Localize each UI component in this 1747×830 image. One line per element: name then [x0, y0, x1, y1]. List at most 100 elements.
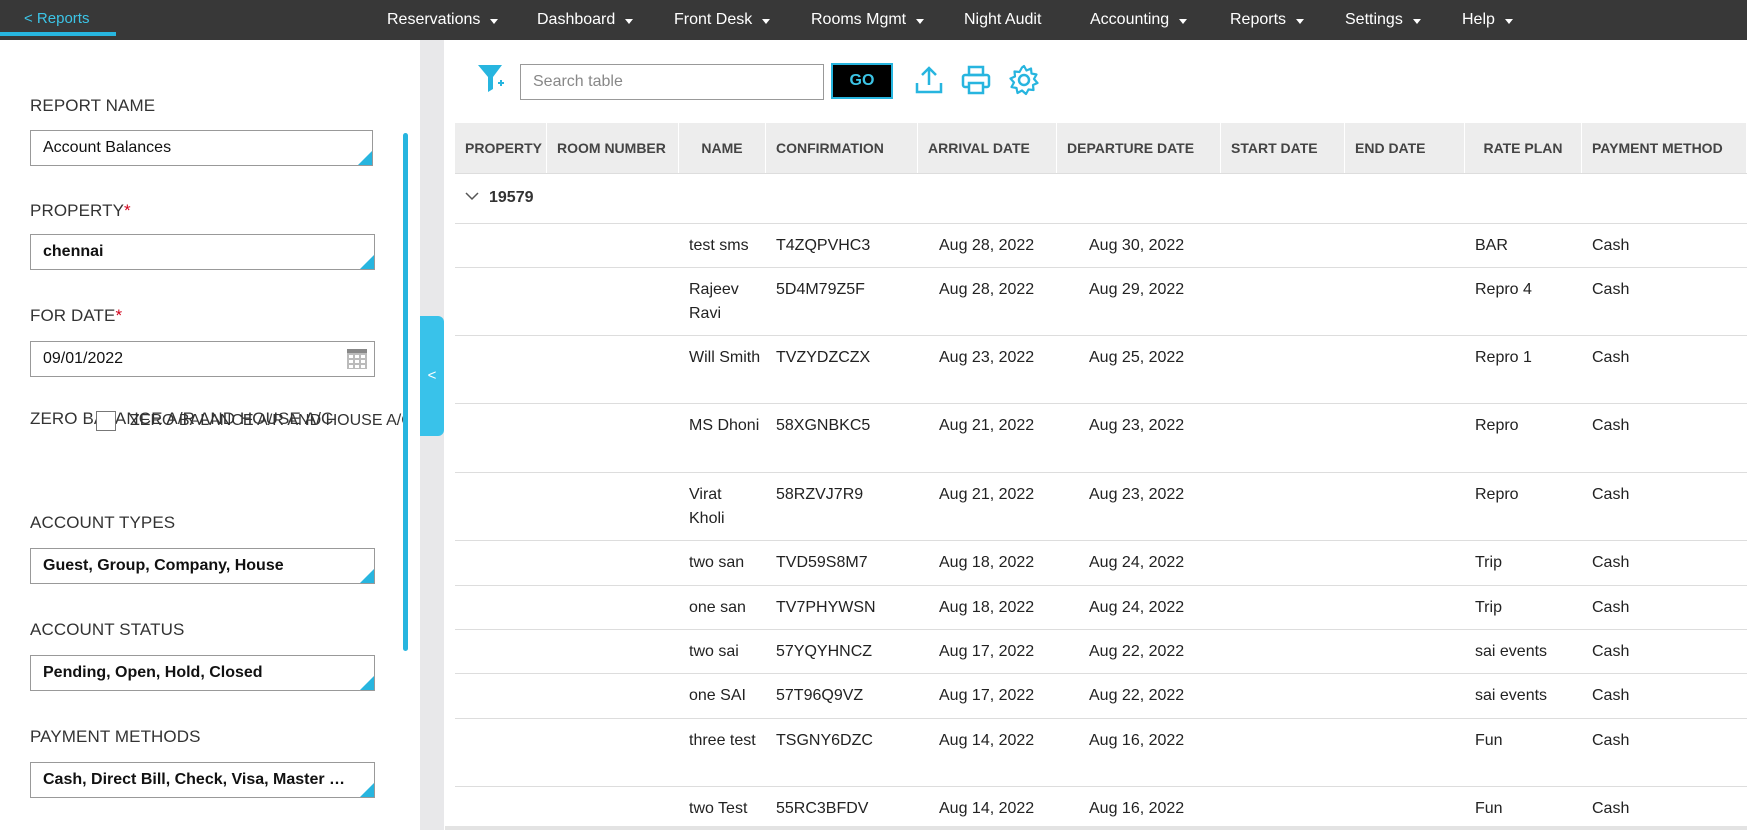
- column-header-start-date[interactable]: START DATE: [1221, 123, 1345, 173]
- table-row[interactable]: two san TVD59S8M7 Aug 18, 2022 Aug 24, 2022…: [455, 540, 1747, 586]
- cell-rate-plan: Repro: [1475, 486, 1519, 503]
- search-input[interactable]: [520, 64, 824, 100]
- cell-payment-method: Cash: [1592, 554, 1630, 571]
- panel-scrollbar[interactable]: [403, 133, 408, 651]
- table-row[interactable]: three test TSGNY6DZC Aug 14, 2022 Aug 16, 2…: [455, 718, 1747, 787]
- nav-item-night-audit[interactable]: Night Audit: [964, 0, 1041, 40]
- property-label: PROPERTY*: [30, 201, 131, 220]
- cell-rate-plan: sai events: [1475, 643, 1548, 660]
- account-status-select[interactable]: Pending, Open, Hold, Closed: [30, 655, 375, 691]
- cell-confirmation: TV7PHYWSN: [776, 599, 876, 616]
- cell-payment-method: Cash: [1592, 237, 1630, 254]
- nav-item-accounting[interactable]: Accounting: [1090, 0, 1188, 40]
- account-status-value: Pending, Open, Hold, Closed: [43, 664, 263, 681]
- chevron-down-icon[interactable]: [465, 191, 479, 201]
- zero-balance-checkbox[interactable]: [96, 411, 116, 431]
- payment-methods-label: PAYMENT METHODS: [30, 727, 201, 746]
- cell-rate-plan: Repro: [1475, 417, 1519, 434]
- cell-name: two san: [689, 554, 745, 571]
- table-row[interactable]: test sms T4ZQPVHC3 Aug 28, 2022 Aug 30, 202…: [455, 223, 1747, 268]
- caret-down-icon: [762, 19, 771, 25]
- cell-arrival-date: Aug 21, 2022: [939, 417, 1035, 434]
- cell-confirmation: 58XGNBKC5: [776, 417, 871, 434]
- table-row[interactable]: Virat Kholi 58RZVJ7R9 Aug 21, 2022 Aug 23, …: [455, 472, 1747, 541]
- payment-methods-select[interactable]: Cash, Direct Bill, Check, Visa, Master C…: [30, 762, 375, 798]
- column-header-rate-plan[interactable]: RATE PLAN: [1465, 123, 1582, 173]
- for-date-input[interactable]: 09/01/2022: [30, 341, 375, 377]
- for-date-value: 09/01/2022: [43, 350, 124, 367]
- column-header-name[interactable]: NAME: [679, 123, 766, 173]
- table-row[interactable]: MS Dhoni 58XGNBKC5 Aug 21, 2022 Aug 23, 202…: [455, 403, 1747, 473]
- caret-down-icon: [490, 19, 499, 25]
- table-row[interactable]: Will Smith TVZYDZCZX Aug 23, 2022 Aug 25, 2…: [455, 335, 1747, 404]
- report-filter-panel: REPORT NAME Account Balances PROPERTY* c…: [0, 40, 420, 830]
- cell-confirmation: TSGNY6DZC: [776, 732, 873, 749]
- nav-item-rooms-mgmt[interactable]: Rooms Mgmt: [811, 0, 925, 40]
- column-header-property[interactable]: PROPERTY: [455, 123, 547, 173]
- nav-item-label: Dashboard: [537, 11, 616, 28]
- cell-departure-date: Aug 29, 2022: [1089, 281, 1185, 298]
- cell-departure-date: Aug 24, 2022: [1089, 599, 1185, 616]
- table-row[interactable]: one SAI 57T96Q9VZ Aug 17, 2022 Aug 22, 2022…: [455, 673, 1747, 719]
- column-header-confirmation[interactable]: CONFIRMATION: [766, 123, 918, 173]
- group-row[interactable]: 19579: [455, 173, 1747, 224]
- nav-item-label: Reports: [1230, 11, 1287, 28]
- nav-item-label: Rooms Mgmt: [811, 11, 907, 28]
- cell-confirmation: 55RC3BFDV: [776, 800, 869, 817]
- zero-balance-checkbox-label[interactable]: ZERO BALANCE A/R AND HOUSE A/C: [130, 412, 404, 430]
- nav-item-help[interactable]: Help: [1462, 0, 1513, 40]
- cell-payment-method: Cash: [1592, 687, 1630, 704]
- settings-gear-icon[interactable]: [1008, 64, 1040, 96]
- cell-name: Will Smith: [689, 349, 761, 366]
- cell-payment-method: Cash: [1592, 349, 1630, 366]
- go-button[interactable]: GO: [831, 63, 893, 99]
- payment-methods-value: Cash, Direct Bill, Check, Visa, Master C…: [43, 771, 369, 788]
- filter-icon[interactable]: [476, 62, 506, 94]
- account-types-select[interactable]: Guest, Group, Company, House: [30, 548, 375, 584]
- table-row[interactable]: two sai 57YQYHNCZ Aug 17, 2022 Aug 22, 2022…: [455, 629, 1747, 674]
- cell-rate-plan: BAR: [1475, 237, 1508, 254]
- column-header-payment-method[interactable]: PAYMENT METHOD: [1582, 123, 1747, 173]
- table-row[interactable]: Rajeev Ravi 5D4M79Z5F Aug 28, 2022 Aug 29, …: [455, 267, 1747, 336]
- nav-item-label: Settings: [1345, 11, 1403, 28]
- cell-confirmation: 57YQYHNCZ: [776, 643, 873, 660]
- column-header-end-date[interactable]: END DATE: [1345, 123, 1465, 173]
- cell-arrival-date: Aug 14, 2022: [939, 732, 1035, 749]
- report-table: PROPERTY ROOM NUMBER NAME CONFIRMATION ARRIV…: [455, 123, 1747, 830]
- cell-departure-date: Aug 24, 2022: [1089, 554, 1185, 571]
- column-header-departure-date[interactable]: DEPARTURE DATE: [1057, 123, 1221, 173]
- cell-confirmation: TVZYDZCZX: [776, 349, 871, 366]
- caret-down-icon: [1179, 19, 1188, 25]
- nav-item-reports[interactable]: Reports: [1230, 0, 1305, 40]
- horizontal-scrollbar[interactable]: [445, 826, 1747, 830]
- cell-rate-plan: Fun: [1475, 800, 1503, 817]
- dropdown-corner-icon: [360, 255, 374, 269]
- collapse-panel-button[interactable]: <: [420, 316, 444, 436]
- dropdown-corner-icon: [360, 676, 374, 690]
- report-name-select[interactable]: Account Balances: [30, 130, 373, 166]
- cell-name: two Test: [689, 800, 748, 817]
- table-header: PROPERTY ROOM NUMBER NAME CONFIRMATION ARRIV…: [455, 123, 1747, 174]
- cell-arrival-date: Aug 23, 2022: [939, 349, 1035, 366]
- nav-item-dashboard[interactable]: Dashboard: [537, 0, 634, 40]
- nav-item-front-desk[interactable]: Front Desk: [674, 0, 771, 40]
- print-icon[interactable]: [960, 64, 992, 96]
- cell-payment-method: Cash: [1592, 643, 1630, 660]
- cell-arrival-date: Aug 17, 2022: [939, 643, 1035, 660]
- property-select[interactable]: chennai: [30, 234, 375, 270]
- table-row[interactable]: one san TV7PHYWSN Aug 18, 2022 Aug 24, 2022…: [455, 585, 1747, 630]
- upload-icon[interactable]: [913, 64, 945, 96]
- cell-confirmation: 58RZVJ7R9: [776, 486, 864, 503]
- nav-item-reservations[interactable]: Reservations: [387, 0, 499, 40]
- table-row[interactable]: two Test 55RC3BFDV Aug 14, 2022 Aug 16, 202…: [455, 786, 1747, 830]
- cell-departure-date: Aug 25, 2022: [1089, 349, 1185, 366]
- cell-arrival-date: Aug 28, 2022: [939, 281, 1035, 298]
- nav-item-label: Night Audit: [964, 11, 1042, 28]
- column-header-arrival-date[interactable]: ARRIVAL DATE: [918, 123, 1057, 173]
- nav-item-settings[interactable]: Settings: [1345, 0, 1421, 40]
- cell-name: MS Dhoni: [689, 417, 760, 434]
- back-to-reports-link[interactable]: < Reports: [0, 0, 116, 36]
- column-header-room-number[interactable]: ROOM NUMBER: [547, 123, 679, 173]
- cell-payment-method: Cash: [1592, 800, 1630, 817]
- calendar-icon[interactable]: [346, 348, 368, 370]
